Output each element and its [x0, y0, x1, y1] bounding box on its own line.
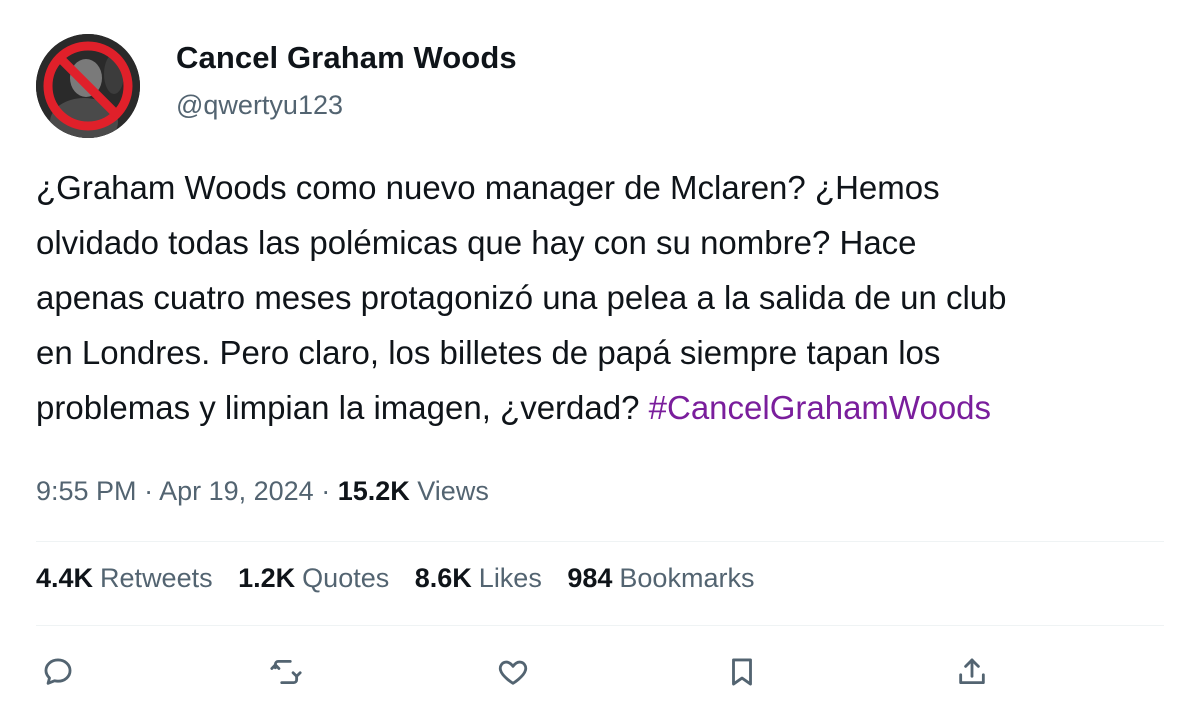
share-button[interactable] — [950, 650, 994, 694]
divider — [36, 541, 1164, 542]
tweet-text-line-last: problemas y limpian la imagen, ¿verdad? … — [36, 380, 1176, 435]
action-bar — [0, 650, 1200, 700]
handle[interactable]: @qwertyu123 — [176, 90, 343, 121]
tweet-text-fragment: problemas y limpian la imagen, ¿verdad? — [36, 389, 649, 426]
retweet-icon — [270, 659, 302, 685]
share-icon — [959, 658, 985, 685]
reply-icon — [44, 658, 72, 685]
engagement-stats: 4.4K Retweets 1.2K Quotes 8.6K Likes 984 Boo… — [36, 563, 772, 594]
hashtag-link[interactable]: #CancelGrahamWoods — [649, 389, 991, 426]
tweet-text: ¿Graham Woods como nuevo manager de Mcla… — [36, 160, 1176, 435]
likes-stat[interactable]: 8.6K Likes — [415, 563, 542, 594]
bookmark-icon — [732, 658, 752, 686]
bookmark-button[interactable] — [720, 650, 764, 694]
tweet-meta: 9:55 PM · Apr 19, 2024 · 15.2K Views — [36, 476, 489, 507]
retweets-stat[interactable]: 4.4K Retweets — [36, 563, 213, 594]
like-button[interactable] — [491, 650, 535, 694]
tweet-text-line: apenas cuatro meses protagonizó una pele… — [36, 279, 1007, 316]
likes-count: 8.6K — [414, 563, 472, 593]
quotes-label: Quotes — [302, 563, 390, 593]
bookmarks-label: Bookmarks — [619, 563, 755, 593]
no-symbol-over-photo-icon — [36, 34, 140, 138]
divider — [36, 625, 1164, 626]
tweet-card: Cancel Graham Woods @qwertyu123 ¿Graham … — [0, 0, 1200, 727]
retweets-label: Retweets — [100, 563, 213, 593]
tweet-text-line: olvidado todas las polémicas que hay con… — [36, 224, 917, 261]
quotes-count: 1.2K — [238, 563, 296, 593]
views-label: Views — [417, 476, 489, 506]
tweet-time[interactable]: 9:55 PM — [36, 476, 137, 506]
meta-separator: · — [313, 476, 338, 506]
reply-button[interactable] — [36, 650, 80, 694]
avatar[interactable] — [36, 34, 140, 138]
bookmarks-count: 984 — [567, 563, 613, 593]
views-count: 15.2K — [337, 476, 410, 506]
tweet-text-line: ¿Graham Woods como nuevo manager de Mcla… — [36, 169, 940, 206]
quotes-stat[interactable]: 1.2K Quotes — [238, 563, 389, 594]
likes-label: Likes — [478, 563, 542, 593]
bookmarks-stat[interactable]: 984 Bookmarks — [567, 563, 754, 594]
tweet-date[interactable]: Apr 19, 2024 — [159, 476, 314, 506]
retweet-button[interactable] — [264, 650, 308, 694]
retweets-count: 4.4K — [36, 563, 94, 593]
display-name[interactable]: Cancel Graham Woods — [176, 40, 517, 76]
tweet-text-line: en Londres. Pero claro, los billetes de … — [36, 334, 941, 371]
like-icon — [498, 660, 528, 685]
meta-separator: · — [136, 476, 160, 506]
